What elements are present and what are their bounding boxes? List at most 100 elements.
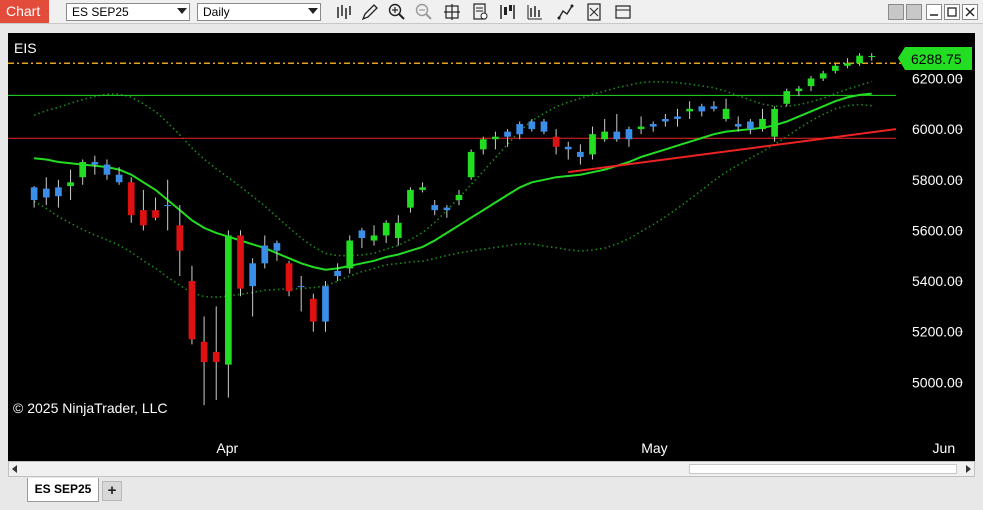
candle-body (722, 108, 730, 119)
price-tick-label: 5200.00 (912, 324, 963, 340)
candle-body (540, 121, 548, 132)
candle-body (637, 126, 645, 130)
price-tick-label: 5000.00 (912, 374, 963, 390)
price-tick-label: 5600.00 (912, 222, 963, 238)
chart-tab-bar: ES SEP25 + (0, 477, 983, 510)
data-box-icon[interactable] (584, 2, 604, 22)
candle-body (334, 270, 341, 276)
close-icon (965, 7, 975, 17)
candle-body (30, 187, 38, 201)
candle-body (479, 139, 487, 150)
scrollbar-thumb[interactable] (689, 464, 957, 474)
time-axis-label: May (641, 440, 667, 456)
candle-body (564, 146, 572, 150)
candle-body (42, 188, 50, 198)
candle-body (382, 222, 390, 236)
link-button[interactable] (888, 4, 904, 20)
indicators-icon[interactable] (525, 2, 545, 22)
candle-body (601, 131, 609, 140)
close-button[interactable] (962, 4, 978, 20)
minimize-icon (930, 14, 938, 16)
minimize-button[interactable] (926, 4, 942, 20)
candle-body (346, 240, 354, 269)
candle-body (188, 281, 196, 340)
price-chart-panel[interactable]: 5000.00 5200.00 5400.00 5600.00 5800.00 6000.… (8, 33, 975, 461)
candle-body (164, 205, 172, 207)
instrument-label: EIS (14, 40, 37, 56)
candle-body (662, 118, 669, 122)
candle-body (759, 118, 766, 130)
copyright-label: © 2025 NinjaTrader, LLC (13, 400, 168, 416)
candle-body (370, 235, 378, 241)
horizontal-scrollbar[interactable] (8, 461, 975, 477)
candle (783, 88, 791, 107)
bar-style-icon[interactable] (333, 2, 353, 22)
candle-body (127, 182, 135, 216)
candle-body (589, 134, 596, 155)
candle-body (67, 182, 74, 187)
properties-icon[interactable] (470, 2, 490, 22)
candle (346, 235, 354, 274)
candle (285, 260, 293, 297)
price-tick-label: 6000.00 (912, 121, 963, 137)
candle-body (455, 194, 463, 201)
window-title: Chart (0, 0, 49, 23)
candle-body (358, 230, 366, 238)
candle-body (225, 235, 232, 365)
crosshair-icon[interactable] (442, 2, 462, 22)
chart-toolbar: Chart ES SEP25 Daily (0, 0, 983, 24)
candle-body (443, 207, 451, 211)
tab-es-sep25[interactable]: ES SEP25 (27, 478, 99, 502)
candle-body (79, 162, 87, 178)
zoom-in-icon[interactable] (387, 2, 407, 22)
candle-body (613, 131, 621, 140)
candle-body (710, 106, 718, 109)
candle-body (115, 174, 123, 183)
candle-body (103, 164, 111, 175)
drawing-objects-icon[interactable] (556, 2, 576, 22)
candle (467, 149, 475, 180)
candle-body (795, 88, 803, 92)
candle-body (55, 187, 62, 197)
time-axis-label: Apr (216, 440, 238, 456)
instrument-link-button[interactable] (906, 4, 922, 20)
candle-body (249, 263, 256, 287)
candle-body (771, 108, 778, 137)
candle-body (394, 222, 402, 238)
candle-body (322, 286, 329, 322)
candle-body (868, 55, 876, 57)
instrument-selector[interactable]: ES SEP25 (66, 3, 190, 21)
instrument-selector-value: ES SEP25 (72, 5, 129, 19)
candle-body (807, 78, 815, 87)
candle-body (273, 243, 281, 251)
strategy-icon[interactable] (497, 2, 517, 22)
scroll-right-arrow-icon[interactable] (966, 465, 971, 473)
maximize-icon (947, 7, 957, 17)
candle-body (91, 162, 99, 165)
price-tick-label: 5800.00 (912, 172, 963, 188)
price-tick-label: 5400.00 (912, 273, 963, 289)
candle-body (577, 151, 584, 157)
chevron-down-icon (308, 8, 318, 14)
price-chart[interactable]: 5000.00 5200.00 5400.00 5600.00 5800.00 6000.… (8, 33, 975, 461)
zoom-out-icon[interactable] (414, 2, 434, 22)
candle-body (285, 263, 293, 292)
more-icon[interactable] (613, 2, 633, 22)
candle-body (746, 121, 754, 130)
interval-selector[interactable]: Daily (197, 3, 321, 21)
candle-body (152, 210, 159, 218)
candle-body (625, 129, 633, 140)
candle-body (419, 187, 426, 190)
candle-body (261, 245, 269, 264)
add-tab-button[interactable]: + (102, 481, 122, 501)
candle-body (856, 55, 863, 64)
candle-body (698, 106, 706, 112)
last-price-marker: 6288.75 (898, 47, 972, 70)
candle-body (297, 286, 305, 288)
maximize-button[interactable] (944, 4, 960, 20)
time-axis-label: Jun (933, 440, 956, 456)
candle-body (783, 91, 791, 104)
scroll-left-arrow-icon[interactable] (12, 465, 17, 473)
candle-body (734, 124, 742, 127)
draw-pencil-icon[interactable] (360, 2, 380, 22)
